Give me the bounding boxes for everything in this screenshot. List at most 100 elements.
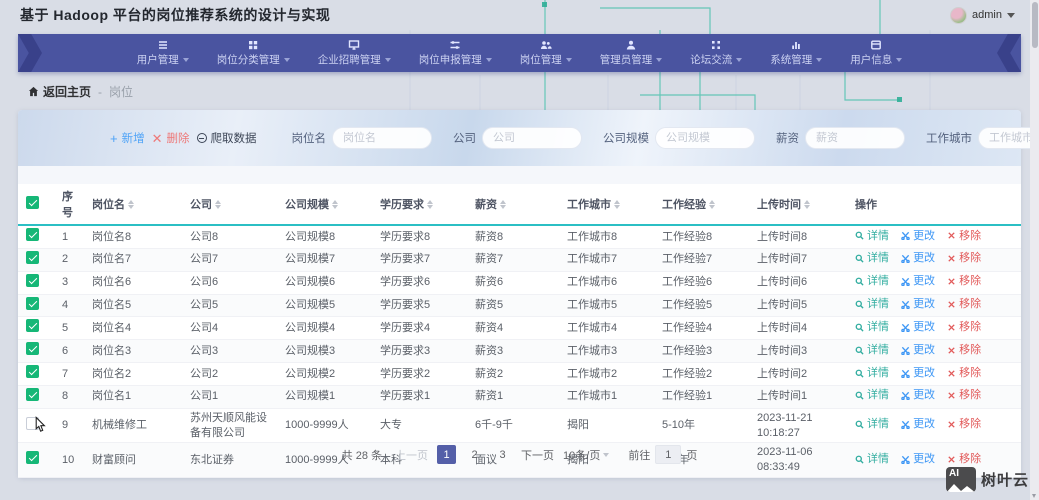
edit-button[interactable]: 更改 [901,251,935,266]
detail-button[interactable]: 详情 [855,366,889,381]
row-select-cell[interactable] [18,362,54,386]
nav-item-job-declare-mgmt[interactable]: 岗位申报管理 [417,37,494,69]
detail-button[interactable]: 详情 [855,297,889,312]
edit-button[interactable]: 更改 [901,229,935,244]
row-checkbox[interactable] [26,319,39,333]
jobname-input[interactable] [332,127,432,149]
sort-caret-icon[interactable] [427,199,433,209]
remove-button[interactable]: 移除 [947,229,981,244]
delete-button[interactable]: ✕ 删除 [152,130,190,146]
detail-button[interactable]: 详情 [855,320,889,335]
row-checkbox[interactable] [26,250,39,264]
detail-button[interactable]: 详情 [855,274,889,289]
table-row[interactable]: 4 岗位名5 公司5 公司规模5 学历要求5 薪资5 工作城市5 工作经验5 上… [18,294,1021,318]
col-time[interactable]: 上传时间 [749,184,847,226]
select-all-cell[interactable] [18,184,54,226]
sort-caret-icon[interactable] [804,199,810,209]
table-row[interactable]: 8 岗位名1 公司1 公司规模1 学历要求1 薪资1 工作城市1 工作经验1 上… [18,385,1021,409]
edit-button[interactable]: 更改 [901,320,935,335]
table-row[interactable]: 9 机械维修工 苏州天顺风能设备有限公司 1000-9999人 大专 6千-9千… [18,408,1021,444]
nav-item-user-info[interactable]: 用户信息 [848,37,904,69]
remove-button[interactable]: 移除 [947,343,981,358]
edit-button[interactable]: 更改 [901,388,935,403]
col-salary[interactable]: 薪资 [467,184,559,226]
salary-input[interactable] [805,127,905,149]
nav-item-system-mgmt[interactable]: 系统管理 [768,37,824,69]
row-checkbox[interactable] [26,228,39,241]
edit-button[interactable]: 更改 [901,417,935,432]
row-select-cell[interactable] [18,225,54,249]
detail-button[interactable]: 详情 [855,388,889,403]
detail-button[interactable]: 详情 [855,251,889,266]
add-button[interactable]: + 新增 [110,130,145,146]
crawl-data-button[interactable]: 爬取数据 [196,130,257,146]
table-row[interactable]: 3 岗位名6 公司6 公司规模6 学历要求6 薪资6 工作城市6 工作经验6 上… [18,271,1021,295]
page-size-select[interactable]: 10条/页 [563,447,609,463]
row-select-cell[interactable] [18,385,54,409]
row-select-cell[interactable] [18,248,54,272]
sort-caret-icon[interactable] [500,199,506,209]
remove-button[interactable]: 移除 [947,366,981,381]
nav-item-enterprise-recruit-mgmt[interactable]: 企业招聘管理 [316,37,393,69]
row-checkbox[interactable] [26,342,39,356]
sort-caret-icon[interactable] [215,199,221,209]
remove-button[interactable]: 移除 [947,388,981,403]
sort-caret-icon[interactable] [709,199,715,209]
page-button-1[interactable]: 1 [437,445,457,464]
table-row[interactable]: 5 岗位名4 公司4 公司规模4 学历要求4 薪资4 工作城市4 工作经验4 上… [18,316,1021,341]
detail-button[interactable]: 详情 [855,343,889,358]
remove-button[interactable]: 移除 [947,297,981,312]
detail-button[interactable]: 详情 [855,417,889,432]
nav-item-user-mgmt[interactable]: 用户管理 [135,37,191,69]
col-scale[interactable]: 公司规模 [277,184,372,226]
prev-page-button[interactable]: 上一页 [395,447,428,463]
table-row[interactable]: 6 岗位名3 公司3 公司规模3 学历要求3 薪资3 工作城市3 工作经验3 上… [18,339,1021,364]
row-checkbox[interactable] [26,273,39,287]
col-jobname[interactable]: 岗位名 [84,184,182,226]
edit-button[interactable]: 更改 [901,343,935,358]
sort-caret-icon[interactable] [128,199,134,209]
company-input[interactable] [482,127,582,149]
page-button-3[interactable]: 3 [493,445,512,464]
col-exp[interactable]: 工作经验 [654,184,749,226]
scrollbar[interactable] [1030,0,1039,500]
page-button-2[interactable]: 2 [465,445,484,464]
remove-button[interactable]: 移除 [947,417,981,432]
edit-button[interactable]: 更改 [901,297,935,312]
remove-button[interactable]: 移除 [947,251,981,266]
scrollbar-thumb[interactable] [1031,2,1038,48]
table-row[interactable]: 7 岗位名2 公司2 公司规模2 学历要求2 薪资2 工作城市2 工作经验2 上… [18,362,1021,386]
nav-item-job-category-mgmt[interactable]: 岗位分类管理 [215,37,292,69]
row-checkbox[interactable] [26,296,39,310]
row-select-cell[interactable] [18,316,54,341]
col-edu[interactable]: 学历要求 [372,184,467,226]
row-select-cell[interactable] [18,271,54,295]
select-all-checkbox[interactable] [26,196,39,209]
next-page-button[interactable]: 下一页 [521,447,554,463]
avatar[interactable] [950,6,968,24]
detail-button[interactable]: 详情 [855,229,889,244]
row-select-cell[interactable] [18,339,54,364]
nav-item-job-mgmt[interactable]: 岗位管理 [518,37,574,69]
user-menu[interactable]: admin [950,6,1015,24]
breadcrumb-home-link[interactable]: 返回主页 [28,83,91,100]
scale-input[interactable] [655,127,755,149]
col-city[interactable]: 工作城市 [559,184,654,226]
sort-caret-icon[interactable] [614,199,620,209]
scrollbar-down-arrow[interactable] [1032,494,1036,498]
edit-button[interactable]: 更改 [901,274,935,289]
nav-item-forum[interactable]: 论坛交流 [688,37,744,69]
row-checkbox[interactable] [26,387,39,401]
goto-page-input[interactable] [655,445,682,464]
scissors-icon [901,421,910,430]
table-row[interactable]: 2 岗位名7 公司7 公司规模7 学历要求7 薪资7 工作城市7 工作经验7 上… [18,248,1021,272]
edit-button[interactable]: 更改 [901,366,935,381]
row-select-cell[interactable] [18,294,54,318]
remove-button[interactable]: 移除 [947,274,981,289]
remove-button[interactable]: 移除 [947,320,981,335]
table-row[interactable]: 1 岗位名8 公司8 公司规模8 学历要求8 薪资8 工作城市8 工作经验8 上… [18,225,1021,249]
sort-caret-icon[interactable] [332,199,338,209]
nav-item-admin-mgmt[interactable]: 管理员管理 [598,37,665,69]
row-checkbox[interactable] [26,365,39,379]
col-company[interactable]: 公司 [182,184,277,226]
